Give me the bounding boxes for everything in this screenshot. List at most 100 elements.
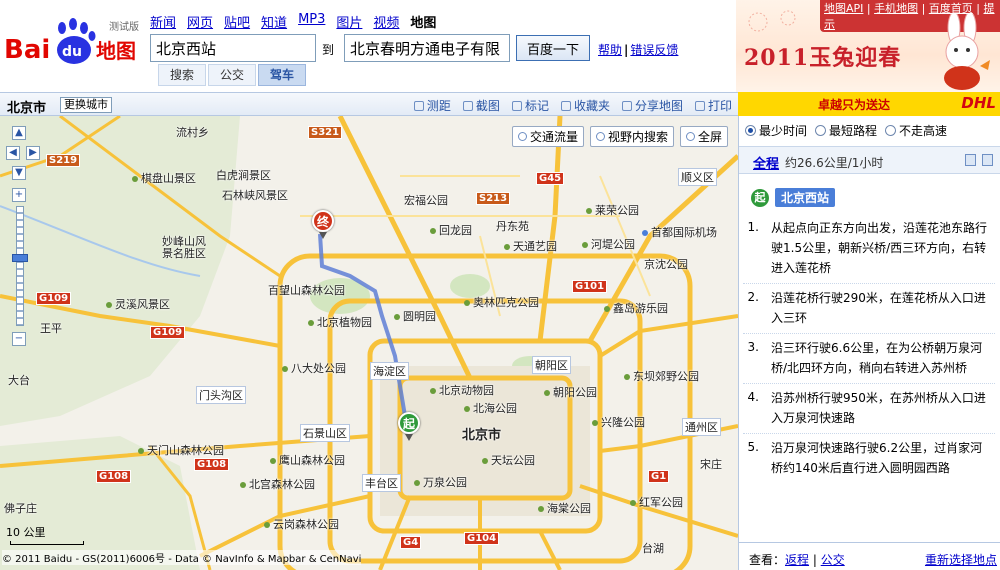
tab-bus[interactable]: 公交: [208, 64, 256, 86]
promo-text: 卓越只为送达: [818, 98, 891, 112]
feedback-link[interactable]: 错误反馈: [630, 43, 678, 57]
radio-shortest[interactable]: [815, 125, 827, 136]
place-label: 王平: [40, 322, 62, 335]
tab-drive[interactable]: 驾车: [258, 64, 306, 86]
place-label-text: 首都国际机场: [651, 226, 717, 239]
route-panel: 最少时间 最短路程 不走高速 全程 约26.6公里/1小时 起 北京西站 1. …: [738, 116, 1000, 570]
place-label-text: 红军公园: [639, 496, 683, 509]
step-text: 沿苏州桥行驶950米，在苏州桥从入口进入万泉河快速路: [771, 391, 986, 425]
route-from-input[interactable]: [150, 34, 316, 62]
step-number: 5.: [747, 440, 759, 454]
route-summary: 全程 约26.6公里/1小时: [739, 146, 1000, 174]
tool-print[interactable]: 打印: [694, 97, 732, 114]
route-step[interactable]: 3. 沿三环行驶6.6公里，在为公桥朝万泉河桥/北四环方向，稍向右转进入苏州桥: [743, 333, 995, 383]
option-shortest[interactable]: 最短路程: [815, 122, 877, 139]
route-start: 起 北京西站: [751, 188, 836, 207]
place-label: 台湖: [642, 542, 664, 555]
help-link[interactable]: 帮助: [598, 43, 622, 57]
scissors-icon: [462, 100, 473, 111]
district-label: 朝阳区: [532, 356, 571, 374]
zoom-slider[interactable]: [16, 206, 24, 326]
radio-least-time[interactable]: [745, 125, 756, 136]
place-label: 万泉公园: [414, 474, 467, 490]
search-button[interactable]: 百度一下: [516, 35, 590, 61]
nav-video[interactable]: 视频: [373, 12, 399, 31]
district-label: 海淀区: [370, 362, 409, 380]
nav-zhidao[interactable]: 知道: [261, 12, 287, 31]
banner-link-api[interactable]: 地图API: [824, 2, 863, 15]
pan-right-icon[interactable]: ▶: [26, 146, 40, 160]
tool-favorites[interactable]: 收藏夹: [560, 97, 610, 114]
zoom-slider-handle[interactable]: [12, 254, 28, 262]
map-overlay-buttons: 交通流量 视野内搜索 全屏: [511, 126, 728, 147]
ruler-icon: [413, 100, 424, 111]
banner-link-mobile[interactable]: 手机地图: [874, 2, 918, 15]
route-step[interactable]: 4. 沿苏州桥行驶950米，在苏州桥从入口进入万泉河快速路: [743, 383, 995, 433]
start-marker[interactable]: 起: [398, 412, 420, 441]
tool-screenshot[interactable]: 截图: [462, 97, 500, 114]
summary-full-route-link[interactable]: 全程: [753, 153, 779, 172]
change-city-button[interactable]: 更换城市: [60, 97, 112, 113]
place-label-text: 北海公园: [473, 402, 517, 415]
return-route-link[interactable]: 返程: [785, 553, 809, 567]
tool-mark[interactable]: 标记: [511, 97, 549, 114]
place-label: 回龙园: [430, 222, 472, 238]
park-dot-icon: [464, 300, 470, 306]
option-no-highway[interactable]: 不走高速: [885, 122, 947, 139]
tool-favorites-label: 收藏夹: [573, 99, 610, 113]
map-scale-bar: [10, 541, 84, 545]
dhl-promo-bar[interactable]: 卓越只为送达 DHL: [738, 92, 1000, 116]
traffic-button[interactable]: 交通流量: [511, 126, 584, 147]
park-dot-icon: [624, 374, 630, 380]
pan-left-icon[interactable]: ◀: [6, 146, 20, 160]
place-label-text: 北京植物园: [317, 316, 372, 329]
traffic-icon: [517, 132, 527, 141]
map-canvas[interactable]: 流村乡 棋盘山景区 白虎涧景区 石林峡风景区 妙峰山风景名胜区 灵溪风景区 王平…: [0, 116, 738, 570]
end-marker[interactable]: 终: [312, 210, 334, 239]
send-to-phone-icon[interactable]: [965, 154, 976, 166]
baidu-map-logo[interactable]: Bai du 地图 测试版: [4, 14, 144, 74]
place-label: 宋庄: [700, 458, 722, 471]
nav-news[interactable]: 新闻: [150, 12, 176, 31]
tab-search[interactable]: 搜索: [158, 64, 206, 86]
reselect-location-link[interactable]: 重新选择地点: [925, 551, 997, 568]
folder-icon: [560, 100, 571, 111]
new-year-banner[interactable]: 地图API | 手机地图 | 百度首页 | 提示 2011玉兔迎春: [736, 0, 1000, 92]
option-no-highway-label: 不走高速: [899, 124, 948, 138]
place-label: 朝阳公园: [544, 384, 597, 400]
current-city: 北京市: [7, 101, 47, 116]
option-least-time[interactable]: 最少时间: [745, 122, 807, 139]
view-search-button[interactable]: 视野内搜索: [589, 126, 674, 147]
zoom-in-icon[interactable]: +: [12, 188, 26, 202]
nav-images[interactable]: 图片: [336, 12, 362, 31]
place-label: 北京动物园: [430, 382, 494, 398]
route-to-input[interactable]: [344, 34, 510, 62]
nav-mp3[interactable]: MP3: [298, 12, 325, 31]
route-step[interactable]: 2. 沿莲花桥行驶290米，在莲花桥从入口进入三环: [743, 283, 995, 333]
park-dot-icon: [430, 228, 436, 234]
place-label-text: 北宫森林公园: [249, 478, 315, 491]
baidu-map-app: Bai du 地图 测试版 新闻 网页 贴吧 知道 MP3 图片 视频 地图 北…: [0, 0, 1000, 570]
bus-route-link[interactable]: 公交: [821, 553, 845, 567]
nav-tieba[interactable]: 贴吧: [224, 12, 250, 31]
marker-tail: [319, 232, 327, 239]
fullscreen-button[interactable]: 全屏: [679, 126, 728, 147]
route-step[interactable]: 5. 沿万泉河快速路行驶6.2公里，过肖家河桥约140米后直行进入圆明园西路: [743, 433, 995, 483]
road-shield: G109: [150, 326, 186, 339]
start-name[interactable]: 北京西站: [775, 188, 836, 207]
place-label-text: 莱荣公园: [595, 204, 639, 217]
radio-no-highway[interactable]: [885, 125, 897, 136]
nav-web[interactable]: 网页: [187, 12, 213, 31]
step-number: 4.: [747, 390, 759, 404]
view-search-label: 视野内搜索: [607, 130, 668, 144]
place-label-text: 海棠公园: [547, 502, 591, 515]
route-step[interactable]: 1. 从起点向正东方向出发，沿莲花池东路行驶1.5公里，朝新兴桥/西三环方向，右…: [743, 214, 995, 283]
logo-map: 地图: [96, 39, 136, 63]
tool-measure[interactable]: 测距: [413, 97, 451, 114]
tool-share[interactable]: 分享地图: [621, 97, 683, 114]
zoom-out-icon[interactable]: −: [12, 332, 26, 346]
print-icon[interactable]: [982, 154, 993, 166]
pan-down-icon[interactable]: ▼: [12, 166, 26, 180]
pan-up-icon[interactable]: ▲: [12, 126, 26, 140]
summary-distance-time: 约26.6公里/1小时: [785, 156, 884, 170]
